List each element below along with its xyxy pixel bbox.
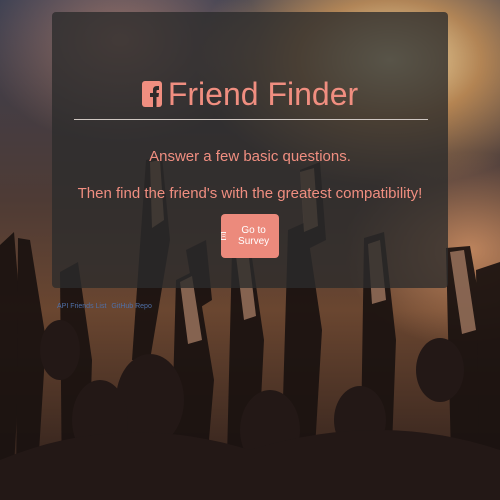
page-title-text: Friend Finder (167, 75, 359, 112)
footer-links: API Friends List GitHub Repo (57, 303, 155, 310)
page-background: Friend Finder Answer a few basic questio… (0, 0, 500, 500)
api-friends-list-link[interactable]: API Friends List (57, 303, 106, 310)
page-title: Friend Finder (52, 72, 448, 116)
github-repo-link[interactable]: GitHub Repo (111, 303, 151, 310)
divider (74, 119, 428, 120)
jumbotron-panel: Friend Finder Answer a few basic questio… (52, 12, 448, 288)
go-to-survey-button[interactable]: Go to Survey (221, 214, 279, 258)
go-to-survey-label: Go to Survey (238, 225, 270, 247)
intro-line-2: Then find the friend's with the greatest… (77, 185, 423, 202)
intro-line-1: Answer a few basic questions. (149, 148, 351, 165)
facebook-icon (141, 81, 162, 107)
list-icon (221, 232, 227, 240)
